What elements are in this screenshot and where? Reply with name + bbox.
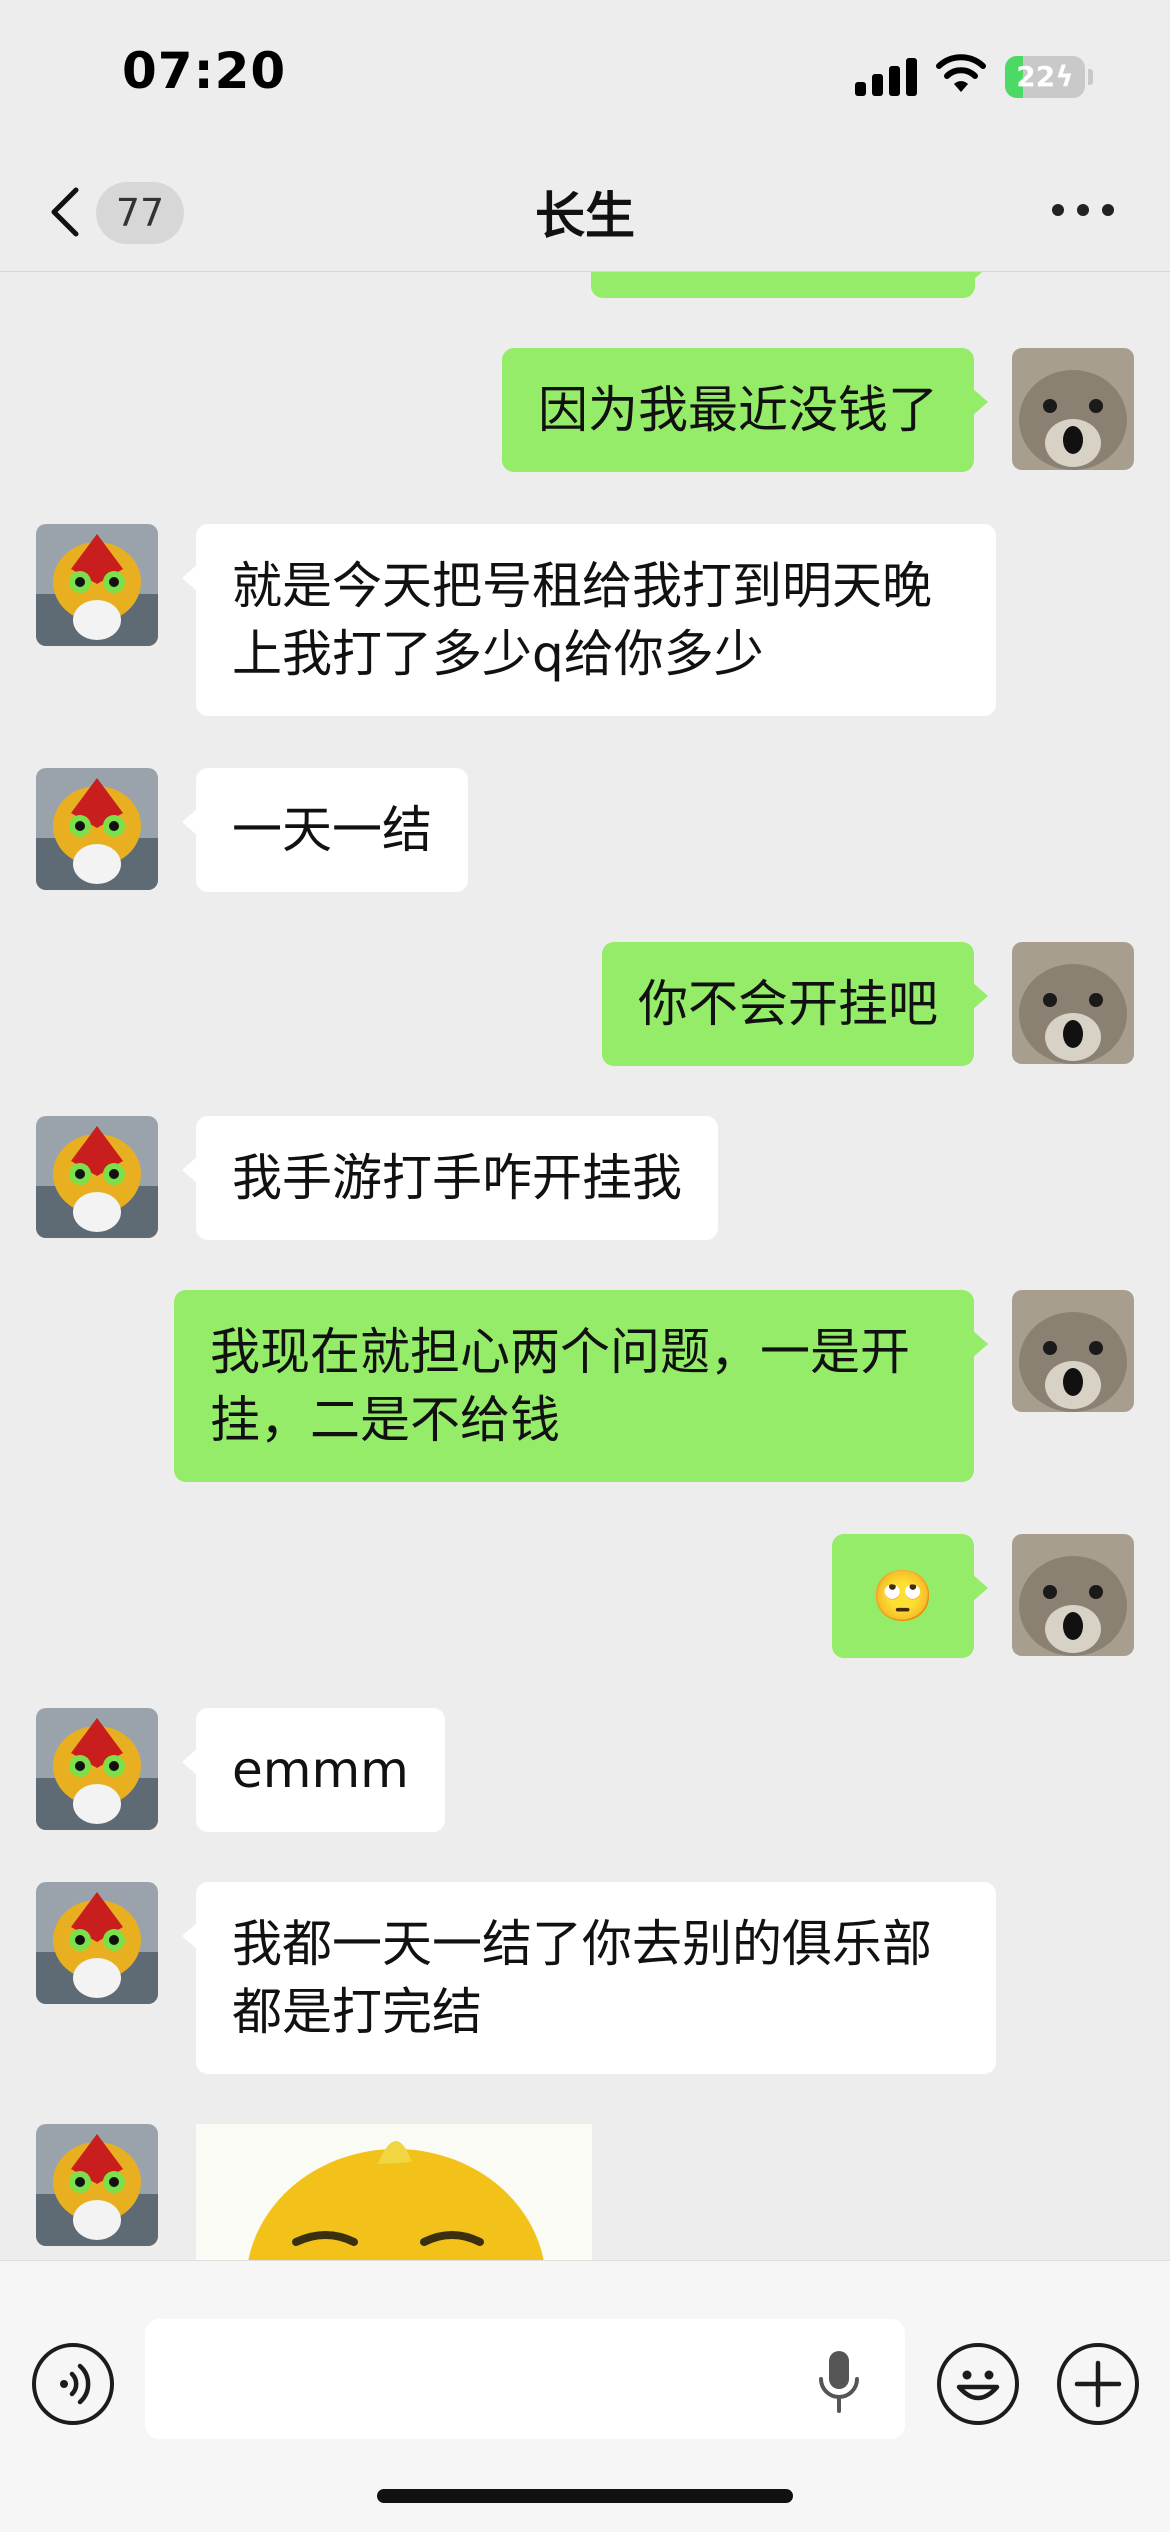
- message-bubble[interactable]: 就是今天把号租给我打到明天晚上我打了多少q给你多少: [182, 524, 996, 716]
- contact-avatar[interactable]: [36, 1116, 158, 1238]
- battery-percent: 22ϟ: [1016, 60, 1074, 93]
- contact-avatar[interactable]: [36, 2124, 158, 2246]
- hamster-avatar-icon: [1012, 942, 1134, 1064]
- robot-cat-avatar-icon: [36, 1708, 158, 1830]
- hamster-avatar-icon: [1012, 1534, 1134, 1656]
- message-bubble[interactable]: 我都一天一结了你去别的俱乐部都是打完结: [182, 1882, 996, 2074]
- message-bubble[interactable]: 你不会开挂吧: [602, 942, 988, 1066]
- chat-header: 77 长生: [0, 150, 1170, 272]
- self-avatar[interactable]: [1012, 1534, 1134, 1656]
- chevron-left-icon: [51, 187, 79, 237]
- microphone-icon[interactable]: [815, 2349, 863, 2415]
- self-avatar[interactable]: [1012, 348, 1134, 470]
- message-bubble[interactable]: 我手游打手咋开挂我: [182, 1116, 718, 1240]
- charging-bolt-icon: ϟ: [1055, 60, 1074, 93]
- hamster-avatar-icon: [1012, 1290, 1134, 1412]
- robot-cat-avatar-icon: [36, 2124, 158, 2246]
- message-bubble[interactable]: [591, 272, 989, 298]
- wifi-icon: [936, 54, 986, 92]
- home-indicator[interactable]: [377, 2489, 793, 2503]
- self-avatar[interactable]: [1012, 1290, 1134, 1412]
- back-button[interactable]: 77: [40, 172, 190, 252]
- message-bubble[interactable]: 一天一结: [182, 768, 468, 892]
- more-dots-icon[interactable]: [1048, 190, 1118, 230]
- eye-roll-emoji-icon: 🙄: [871, 1567, 934, 1625]
- contact-avatar[interactable]: [36, 1708, 158, 1830]
- robot-cat-avatar-icon: [36, 768, 158, 890]
- emoji-smile-icon[interactable]: [937, 2343, 1019, 2425]
- message-input[interactable]: [145, 2319, 905, 2439]
- emoji-message-bubble[interactable]: 🙄: [831, 1534, 989, 1658]
- message-list[interactable]: 因为我最近没钱了 就是今天把号租给我打到明天晚上我打了多少q给你多少 一天一结 …: [0, 272, 1170, 2260]
- bald-face-sticker[interactable]: [196, 2124, 592, 2260]
- status-time: 07:20: [122, 42, 287, 100]
- status-bar: 07:20 22ϟ: [0, 0, 1170, 150]
- message-bubble[interactable]: 因为我最近没钱了: [502, 348, 988, 472]
- message-bubble[interactable]: emmm: [182, 1708, 445, 1832]
- input-bar: [0, 2260, 1170, 2532]
- robot-cat-avatar-icon: [36, 1882, 158, 2004]
- self-avatar[interactable]: [1012, 942, 1134, 1064]
- message-bubble[interactable]: 我现在就担心两个问题，一是开挂，二是不给钱: [174, 1290, 988, 1482]
- chat-screen: 07:20 22ϟ 77 长生 因为我最近没钱了 就是今天把号租给我打到明天晚上…: [0, 0, 1170, 2532]
- contact-avatar[interactable]: [36, 524, 158, 646]
- contact-avatar[interactable]: [36, 1882, 158, 2004]
- cellular-signal-icon: [855, 58, 917, 96]
- battery-indicator: 22ϟ: [1005, 56, 1093, 98]
- voice-mode-icon[interactable]: [32, 2343, 114, 2425]
- hamster-avatar-icon: [1012, 348, 1134, 470]
- contact-avatar[interactable]: [36, 768, 158, 890]
- unread-count-badge: 77: [96, 182, 184, 244]
- plus-icon[interactable]: [1057, 2343, 1139, 2425]
- chat-title: 长生: [535, 187, 635, 245]
- robot-cat-avatar-icon: [36, 1116, 158, 1238]
- robot-cat-avatar-icon: [36, 524, 158, 646]
